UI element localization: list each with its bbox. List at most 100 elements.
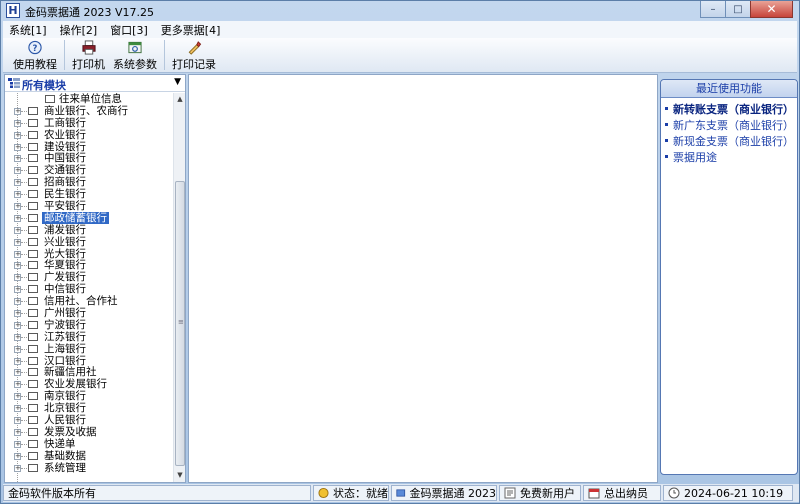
folder-icon <box>28 237 38 246</box>
close-button[interactable]: ✕ <box>750 1 793 18</box>
expand-icon[interactable]: + <box>14 333 21 341</box>
tree-item[interactable]: + 中国银行 <box>5 152 173 164</box>
tree-item[interactable]: + 民生银行 <box>5 188 173 200</box>
tree-item[interactable]: + 平安银行 <box>5 200 173 212</box>
recent-link[interactable]: 新广东支票（商业银行） <box>661 118 797 134</box>
folder-icon <box>28 332 38 341</box>
tree-item[interactable]: + 光大银行 <box>5 248 173 260</box>
expand-icon[interactable]: + <box>14 143 21 151</box>
expand-icon[interactable]: + <box>14 417 21 425</box>
expand-icon[interactable]: + <box>14 131 21 139</box>
expand-icon[interactable]: + <box>14 405 21 413</box>
expand-icon[interactable]: + <box>14 119 21 127</box>
tree-item[interactable]: + 广发银行 <box>5 271 173 283</box>
module-dropdown[interactable]: 所有模块 ▼ <box>5 75 185 92</box>
recent-link[interactable]: 新转账支票（商业银行） <box>661 102 797 118</box>
expand-icon[interactable]: + <box>14 321 21 329</box>
expand-icon[interactable]: + <box>14 107 21 115</box>
toolbar-divider <box>164 40 165 70</box>
scrollbar-thumb[interactable]: ≡ <box>175 181 185 466</box>
expand-icon[interactable]: + <box>14 274 21 282</box>
tree-item[interactable]: + 信用社、合作社 <box>5 295 173 307</box>
tree-item-label: 汉口银行 <box>44 354 86 367</box>
tree-item[interactable]: + 发票及收据 <box>5 426 173 438</box>
expand-icon[interactable]: + <box>14 345 21 353</box>
tree-item[interactable]: + 快递单 <box>5 438 173 450</box>
menu-system[interactable]: 系统[1] <box>9 22 47 38</box>
expand-icon[interactable]: + <box>14 250 21 258</box>
minimize-button[interactable]: – <box>700 1 726 18</box>
tree-item-label: 基础数据 <box>44 449 86 462</box>
tree-item-label: 中信银行 <box>44 283 86 296</box>
printer-button[interactable]: 打印机 <box>68 38 109 72</box>
expand-icon[interactable]: + <box>14 381 21 389</box>
folder-icon <box>28 380 38 389</box>
tutorial-label: 使用教程 <box>13 58 57 71</box>
tree-item[interactable]: + 招商银行 <box>5 176 173 188</box>
expand-icon[interactable]: + <box>14 214 21 222</box>
tree-item[interactable]: + 商业银行、农商行 <box>5 105 173 117</box>
menu-operation[interactable]: 操作[2] <box>60 22 98 38</box>
tree-item[interactable]: + 系统管理 <box>5 462 173 474</box>
expand-icon[interactable]: + <box>14 179 21 187</box>
tree-item-label: 兴业银行 <box>44 235 86 248</box>
expand-icon[interactable]: + <box>14 428 21 436</box>
tutorial-button[interactable]: ? 使用教程 <box>9 38 61 72</box>
recent-link[interactable]: 票据用途 <box>661 150 797 166</box>
expand-icon[interactable]: + <box>14 298 21 306</box>
expand-icon[interactable]: + <box>14 357 21 365</box>
tree-item[interactable]: + 基础数据 <box>5 450 173 462</box>
tree-item[interactable]: + 农业发展银行 <box>5 378 173 390</box>
system-params-button[interactable]: 系统参数 <box>109 38 161 72</box>
menu-window[interactable]: 窗口[3] <box>110 22 148 38</box>
tree-item[interactable]: + 汉口银行 <box>5 355 173 367</box>
expand-icon[interactable]: + <box>14 262 21 270</box>
tree-item[interactable]: + 工商银行 <box>5 117 173 129</box>
expand-icon[interactable]: + <box>14 286 21 294</box>
folder-icon <box>28 166 38 175</box>
expand-icon[interactable]: + <box>14 191 21 199</box>
tree-item[interactable]: + 宁波银行 <box>5 319 173 331</box>
tree-item[interactable]: + 南京银行 <box>5 390 173 402</box>
recent-link[interactable]: 新现金支票（商业银行） <box>661 134 797 150</box>
expand-icon[interactable]: + <box>14 155 21 163</box>
expand-icon[interactable]: + <box>14 226 21 234</box>
system-params-label: 系统参数 <box>113 58 157 71</box>
folder-icon <box>28 261 38 270</box>
tree-item[interactable]: + 江苏银行 <box>5 331 173 343</box>
tree-scrollbar[interactable]: ▲ ≡ ▼ <box>173 93 185 482</box>
tree-item-selected[interactable]: + 邮政储蓄银行 <box>5 211 173 224</box>
menu-more-bills[interactable]: 更多票据[4] <box>161 22 221 38</box>
maximize-button[interactable]: □ <box>725 1 751 18</box>
print-log-button[interactable]: 打印记录 <box>168 38 220 72</box>
expand-icon[interactable]: + <box>14 203 21 211</box>
expand-icon[interactable]: + <box>14 167 21 175</box>
tree-item[interactable]: + 建设银行 <box>5 141 173 153</box>
tree-item[interactable]: + 浦发银行 <box>5 224 173 236</box>
expand-icon[interactable]: + <box>14 440 21 448</box>
folder-icon <box>28 142 38 151</box>
tree-item[interactable]: + 北京银行 <box>5 402 173 414</box>
expand-icon[interactable]: + <box>14 393 21 401</box>
tree-item[interactable]: 往来单位信息 <box>5 93 173 105</box>
tree-item[interactable]: + 上海银行 <box>5 343 173 355</box>
expand-icon[interactable]: + <box>14 464 21 472</box>
expand-icon[interactable]: + <box>14 452 21 460</box>
toolbar-divider <box>64 40 65 70</box>
tree-item[interactable]: + 农业银行 <box>5 129 173 141</box>
scroll-up-icon[interactable]: ▲ <box>174 93 186 106</box>
expand-icon[interactable]: + <box>14 369 21 377</box>
expand-icon[interactable]: + <box>14 238 21 246</box>
tree-item[interactable]: + 中信银行 <box>5 283 173 295</box>
tree-item[interactable]: + 广州银行 <box>5 307 173 319</box>
tree-item[interactable]: + 兴业银行 <box>5 236 173 248</box>
scroll-down-icon[interactable]: ▼ <box>174 469 186 482</box>
main-workspace[interactable] <box>188 74 658 483</box>
tree-item-label: 中国银行 <box>44 152 86 165</box>
folder-icon <box>28 178 38 187</box>
tree-item[interactable]: + 华夏银行 <box>5 259 173 271</box>
tree-item[interactable]: + 新疆信用社 <box>5 366 173 378</box>
expand-icon[interactable]: + <box>14 310 21 318</box>
tree-item[interactable]: + 交通银行 <box>5 164 173 176</box>
tree-item[interactable]: + 人民银行 <box>5 414 173 426</box>
